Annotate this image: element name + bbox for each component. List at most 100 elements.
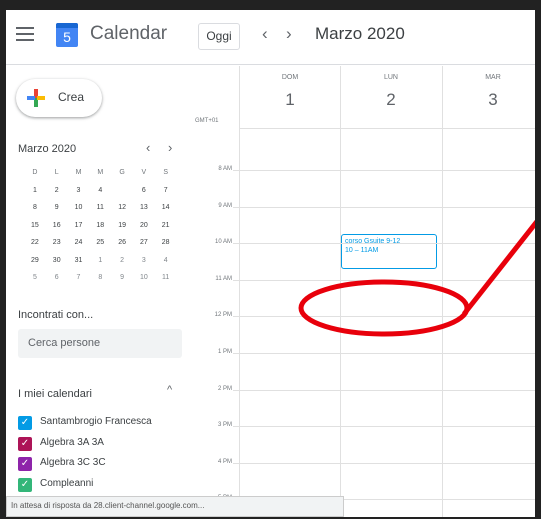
day-column-header[interactable]: MAR 3	[442, 66, 535, 126]
mini-calendar-next-icon[interactable]: ›	[168, 140, 172, 155]
calendar-label: Algebra 3C 3C	[40, 457, 106, 468]
mini-calendar-today[interactable]: 5	[111, 181, 133, 200]
create-button[interactable]: Crea	[16, 79, 102, 117]
mini-calendar-day[interactable]: 2	[46, 182, 68, 200]
mini-calendar-day[interactable]: 24	[68, 234, 90, 252]
mini-calendar-day[interactable]: 17	[68, 217, 90, 235]
calendar-list-item[interactable]: ✓ Algebra 3A 3A	[18, 436, 188, 453]
mini-calendar-day[interactable]: 8	[24, 199, 46, 217]
window-frame-top	[0, 0, 541, 10]
calendar-label: Algebra 3A 3A	[40, 436, 104, 448]
day-name: MAR	[485, 74, 501, 81]
window-frame-left	[0, 0, 6, 519]
plus-icon	[27, 89, 45, 107]
calendar-list-item[interactable]: ✓ Santambrogio Francesca	[18, 415, 188, 432]
mini-calendar-day[interactable]: 1	[24, 182, 46, 200]
day-name: LUN	[383, 74, 398, 81]
mini-calendar-day[interactable]: 4	[89, 182, 111, 200]
mini-calendar-day[interactable]: 5	[24, 269, 46, 287]
event-time: 10 – 11AM	[345, 247, 379, 254]
mini-calendar-day[interactable]: 25	[89, 234, 111, 252]
calendar-label: Santambrogio Francesca	[40, 416, 152, 427]
mini-calendar-weekday: M	[75, 169, 82, 176]
mini-calendar-day[interactable]: 6	[46, 269, 68, 287]
hamburger-menu-icon[interactable]	[16, 27, 34, 41]
my-calendars-title[interactable]: I miei calendari	[18, 388, 92, 400]
day-number[interactable]: 3	[442, 90, 535, 110]
mini-calendar-week: 8 9 10 11 12 13 14	[24, 199, 177, 217]
mini-calendar-weekday: D	[32, 169, 38, 176]
chevron-left-icon[interactable]: ‹	[262, 24, 268, 44]
mini-calendar-day[interactable]: 9	[46, 199, 68, 217]
mini-calendar-day[interactable]: 15	[24, 217, 46, 235]
search-people-input[interactable]: Cerca persone	[18, 329, 182, 358]
hour-gridline	[239, 353, 535, 354]
logo-day-number: 5	[63, 29, 71, 45]
mini-calendar-day[interactable]: 10	[133, 269, 155, 287]
day-column-divider	[442, 66, 443, 517]
calendar-logo-icon: 5	[56, 23, 78, 47]
mini-calendar-weekday: S	[163, 169, 169, 176]
mini-calendar-day[interactable]: 21	[155, 217, 177, 235]
day-number[interactable]: 2	[340, 90, 442, 110]
hour-gridline	[239, 316, 535, 318]
mini-calendar-day[interactable]: 4	[155, 252, 177, 270]
mini-calendar-day[interactable]: 3	[133, 252, 155, 270]
mini-calendar-day[interactable]: 23	[46, 234, 68, 252]
chevron-right-icon[interactable]: ›	[286, 24, 292, 44]
mini-calendar-day[interactable]: 11	[155, 269, 177, 287]
create-button-label: Crea	[58, 90, 85, 104]
day-column-header[interactable]: DOM 1	[239, 66, 341, 126]
calendar-checkbox[interactable]: ✓	[18, 477, 32, 492]
mini-calendar-day[interactable]: 9	[111, 269, 133, 287]
calendar-checkbox[interactable]: ✓	[18, 457, 32, 471]
mini-calendar-day[interactable]: 20	[133, 217, 155, 235]
mini-calendar-week: 1234567	[24, 181, 177, 200]
window-frame-right	[535, 0, 541, 519]
day-number[interactable]: 1	[239, 90, 341, 110]
calendar-list-item[interactable]: ✓ Compleanni	[18, 477, 188, 494]
hour-label: 9 AM	[218, 202, 232, 209]
mini-calendar-day[interactable]: 1	[89, 252, 111, 270]
mini-calendar-day[interactable]: 14	[155, 199, 177, 217]
calendar-checkbox[interactable]: ✓	[18, 416, 32, 430]
mini-calendar-day[interactable]: 2	[111, 252, 133, 270]
calendar-app: 5 Calendar Oggi ‹ › Marzo 2020 Crea Marz…	[6, 10, 535, 517]
mini-calendar-day[interactable]: 26	[111, 234, 133, 252]
day-column-divider	[239, 66, 240, 517]
calendar-list-item[interactable]: ✓ Algebra 3C 3C	[18, 456, 188, 473]
mini-calendar-day[interactable]: 27	[133, 234, 155, 252]
mini-calendar-day[interactable]: 11	[89, 199, 111, 217]
today-button[interactable]: Oggi	[198, 23, 240, 50]
mini-calendar-day[interactable]: 19	[111, 217, 133, 235]
mini-calendar-day[interactable]: 30	[46, 252, 68, 270]
mini-calendar-day[interactable]: 12	[111, 199, 133, 217]
mini-calendar-day[interactable]: 16	[46, 217, 68, 235]
mini-calendar-day[interactable]: 13	[133, 199, 155, 217]
hour-label: 4 PM	[217, 458, 232, 465]
mini-calendar-weekday-row: DLMMGVS	[24, 164, 177, 182]
mini-calendar-day[interactable]: 28	[155, 234, 177, 252]
mini-calendar-day[interactable]: 29	[24, 252, 46, 270]
sidebar: Crea Marzo 2020 ‹ › D L M M G V S 1 2 3 4 5 6 7 8 9 10 11…	[6, 66, 186, 517]
day-column-header[interactable]: LUN 2	[340, 66, 442, 126]
hour-label: 12 PM	[214, 312, 232, 319]
mini-calendar-day[interactable]: 18	[89, 217, 111, 235]
mini-calendar-day[interactable]: 31	[68, 252, 90, 270]
chevron-up-icon[interactable]: ^	[167, 384, 172, 396]
mini-calendar-weekday: M	[97, 169, 104, 176]
top-bar: 5 Calendar Oggi ‹ › Marzo 2020	[6, 10, 535, 65]
mini-calendar-day[interactable]: 7	[68, 269, 90, 287]
calendar-checkbox[interactable]: ✓	[18, 436, 32, 451]
mini-calendar-day[interactable]: 8	[89, 269, 111, 287]
calendar-event[interactable]: corso Gsuite 9-12 10 – 11AM	[341, 234, 437, 269]
hour-label: 2 PM	[217, 385, 232, 392]
mini-calendar-day[interactable]: 6	[133, 182, 155, 200]
mini-calendar-day[interactable]: 10	[68, 199, 90, 217]
hour-gridline	[239, 426, 535, 428]
event-title: corso Gsuite 9-12	[345, 238, 401, 245]
mini-calendar-day[interactable]: 7	[155, 182, 177, 200]
mini-calendar-prev-icon[interactable]: ‹	[146, 140, 150, 155]
mini-calendar-day[interactable]: 3	[68, 182, 90, 200]
mini-calendar-day[interactable]: 22	[24, 234, 46, 252]
